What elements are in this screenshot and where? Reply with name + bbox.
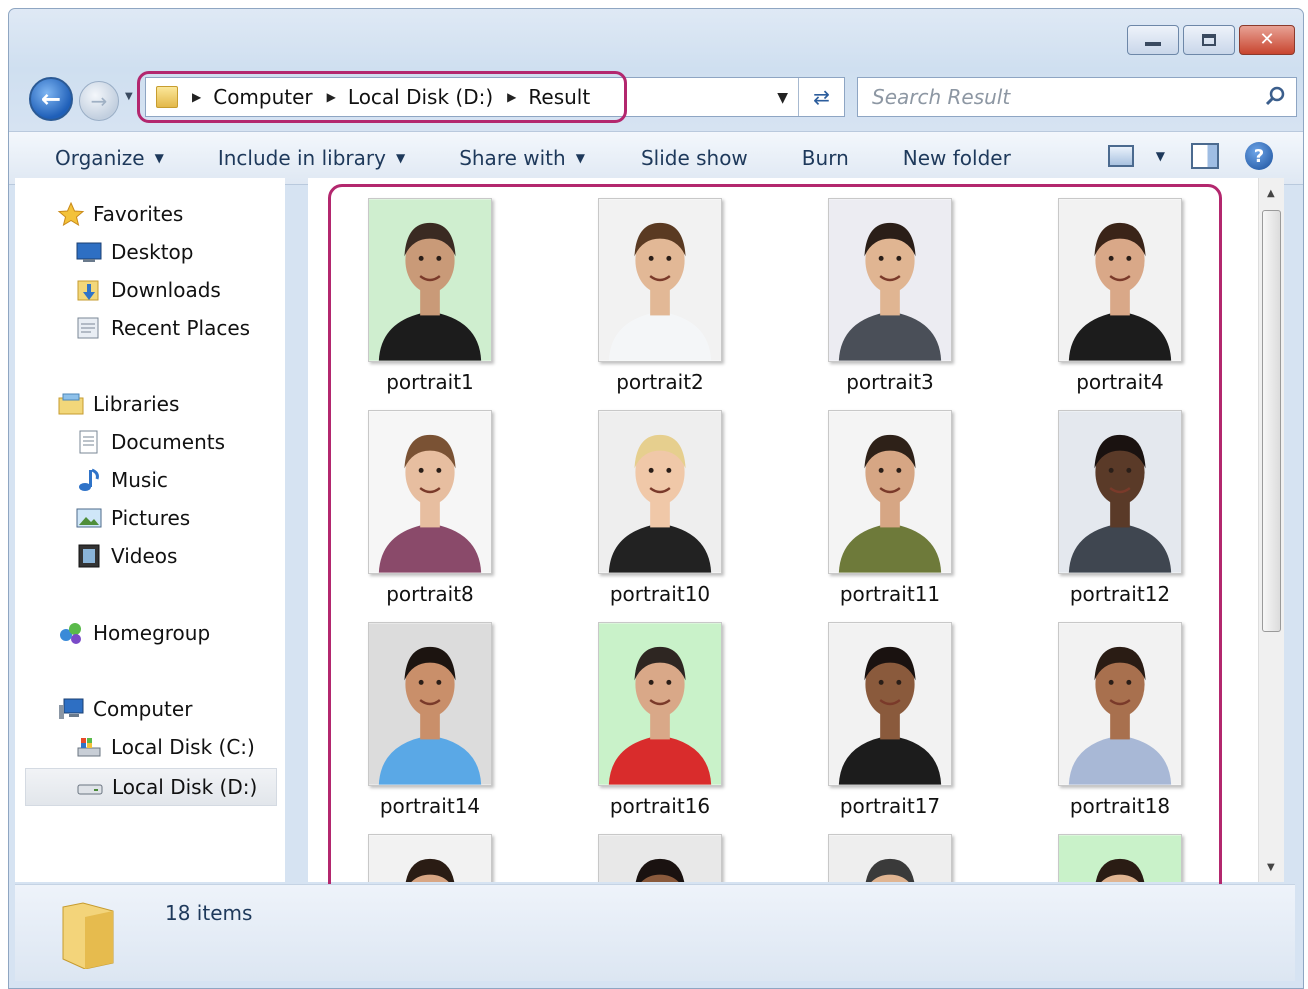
address-highlight-outline (137, 71, 627, 123)
scroll-thumb[interactable] (1262, 210, 1281, 632)
minimize-button[interactable] (1127, 25, 1179, 55)
nav-computer[interactable]: Computer (57, 697, 192, 721)
downloads-icon (77, 280, 99, 301)
drive-icon (77, 784, 103, 795)
nav-recent-places-label: Recent Places (111, 316, 251, 340)
nav-computer-label: Computer (93, 697, 193, 721)
videos-icon (78, 544, 100, 568)
refresh-button[interactable]: ⇄ (798, 78, 844, 116)
share-with-button[interactable]: Share with ▼ (459, 146, 585, 170)
navigation-row: ← → ▼ ▶ Computer ▶ Local Disk (D:) ▶ Res… (9, 71, 1303, 123)
history-dropdown-icon[interactable]: ▼ (125, 91, 133, 102)
nav-videos[interactable]: Videos (75, 544, 177, 568)
nav-libraries-label: Libraries (93, 392, 180, 416)
libraries-icon (58, 393, 84, 415)
star-icon (57, 202, 85, 226)
nav-recent-places[interactable]: Recent Places (75, 316, 250, 340)
nav-desktop-label: Desktop (111, 240, 194, 264)
nav-music[interactable]: Music (75, 468, 168, 492)
nav-local-disk-d-label: Local Disk (D:) (112, 775, 258, 799)
minimize-icon (1145, 42, 1161, 46)
nav-homegroup-label: Homegroup (93, 621, 211, 645)
view-icon (1107, 145, 1134, 167)
chevron-down-icon: ▼ (395, 151, 406, 165)
help-icon[interactable]: ? (1245, 142, 1273, 170)
nav-local-disk-d[interactable]: Local Disk (D:) (25, 768, 277, 806)
back-button[interactable]: ← (29, 77, 73, 121)
refresh-icon: ⇄ (813, 85, 830, 109)
change-view-button[interactable]: ▼ (1107, 145, 1165, 167)
share-with-label: Share with (459, 146, 566, 170)
address-dropdown-icon[interactable]: ▼ (777, 90, 788, 106)
system-drive-icon (77, 738, 101, 757)
nav-local-disk-c[interactable]: Local Disk (C:) (75, 735, 255, 759)
nav-downloads-label: Downloads (111, 278, 221, 302)
nav-videos-label: Videos (111, 544, 178, 568)
nav-libraries[interactable]: Libraries (57, 392, 179, 416)
computer-icon (59, 698, 84, 719)
maximize-icon (1202, 34, 1216, 46)
close-icon: ✕ (1259, 29, 1275, 50)
nav-music-label: Music (111, 468, 168, 492)
content-scrollbar[interactable]: ▲ ▼ (1258, 178, 1284, 882)
forward-button[interactable]: → (79, 81, 119, 121)
chevron-down-icon: ▼ (1155, 149, 1165, 163)
nav-pictures-label: Pictures (111, 506, 191, 530)
nav-homegroup[interactable]: Homegroup (57, 621, 210, 645)
documents-icon (79, 430, 98, 454)
nav-local-disk-c-label: Local Disk (C:) (111, 735, 255, 759)
command-bar: Organize ▼ Include in library ▼ Share with… (9, 131, 1303, 185)
maximize-button[interactable] (1183, 25, 1235, 55)
content-highlight-outline (328, 184, 1222, 906)
music-icon (79, 468, 99, 491)
close-button[interactable]: ✕ (1239, 25, 1295, 55)
chevron-down-icon: ▼ (575, 151, 585, 165)
slide-show-button[interactable]: Slide show (641, 146, 748, 170)
navigation-pane: Favorites Desktop Downloads Recent Place… (15, 178, 285, 882)
scroll-up-icon[interactable]: ▲ (1267, 188, 1275, 199)
nav-pictures[interactable]: Pictures (75, 506, 190, 530)
details-pane: 18 items (15, 884, 1295, 981)
burn-button[interactable]: Burn (802, 146, 849, 170)
nav-desktop[interactable]: Desktop (75, 240, 193, 264)
new-folder-button[interactable]: New folder (903, 146, 1011, 170)
include-in-library-button[interactable]: Include in library ▼ (218, 146, 405, 170)
forward-arrow-icon: → (90, 89, 108, 113)
chevron-down-icon: ▼ (154, 151, 164, 165)
nav-documents-label: Documents (111, 430, 226, 454)
search-icon[interactable] (1264, 85, 1286, 107)
search-input[interactable]: Search Result (857, 77, 1297, 117)
view-controls: ▼ ? (1107, 142, 1273, 170)
nav-documents[interactable]: Documents (75, 430, 225, 454)
desktop-icon (76, 242, 102, 262)
recent-places-icon (77, 317, 99, 339)
nav-downloads[interactable]: Downloads (75, 278, 221, 302)
include-in-library-label: Include in library (217, 146, 386, 170)
nav-favorites-label: Favorites (93, 202, 184, 226)
organize-button[interactable]: Organize ▼ (55, 146, 164, 170)
folder-icon (62, 902, 114, 969)
back-arrow-icon: ← (40, 85, 62, 113)
window-controls: ✕ (1127, 25, 1295, 55)
search-placeholder: Search Result (872, 85, 1011, 109)
homegroup-icon (60, 623, 81, 644)
scroll-down-icon[interactable]: ▼ (1267, 862, 1275, 873)
preview-pane-icon[interactable] (1191, 143, 1219, 169)
item-count: 18 items (165, 901, 253, 925)
organize-label: Organize (55, 146, 145, 170)
pictures-icon (76, 508, 102, 528)
nav-favorites[interactable]: Favorites (57, 202, 183, 226)
